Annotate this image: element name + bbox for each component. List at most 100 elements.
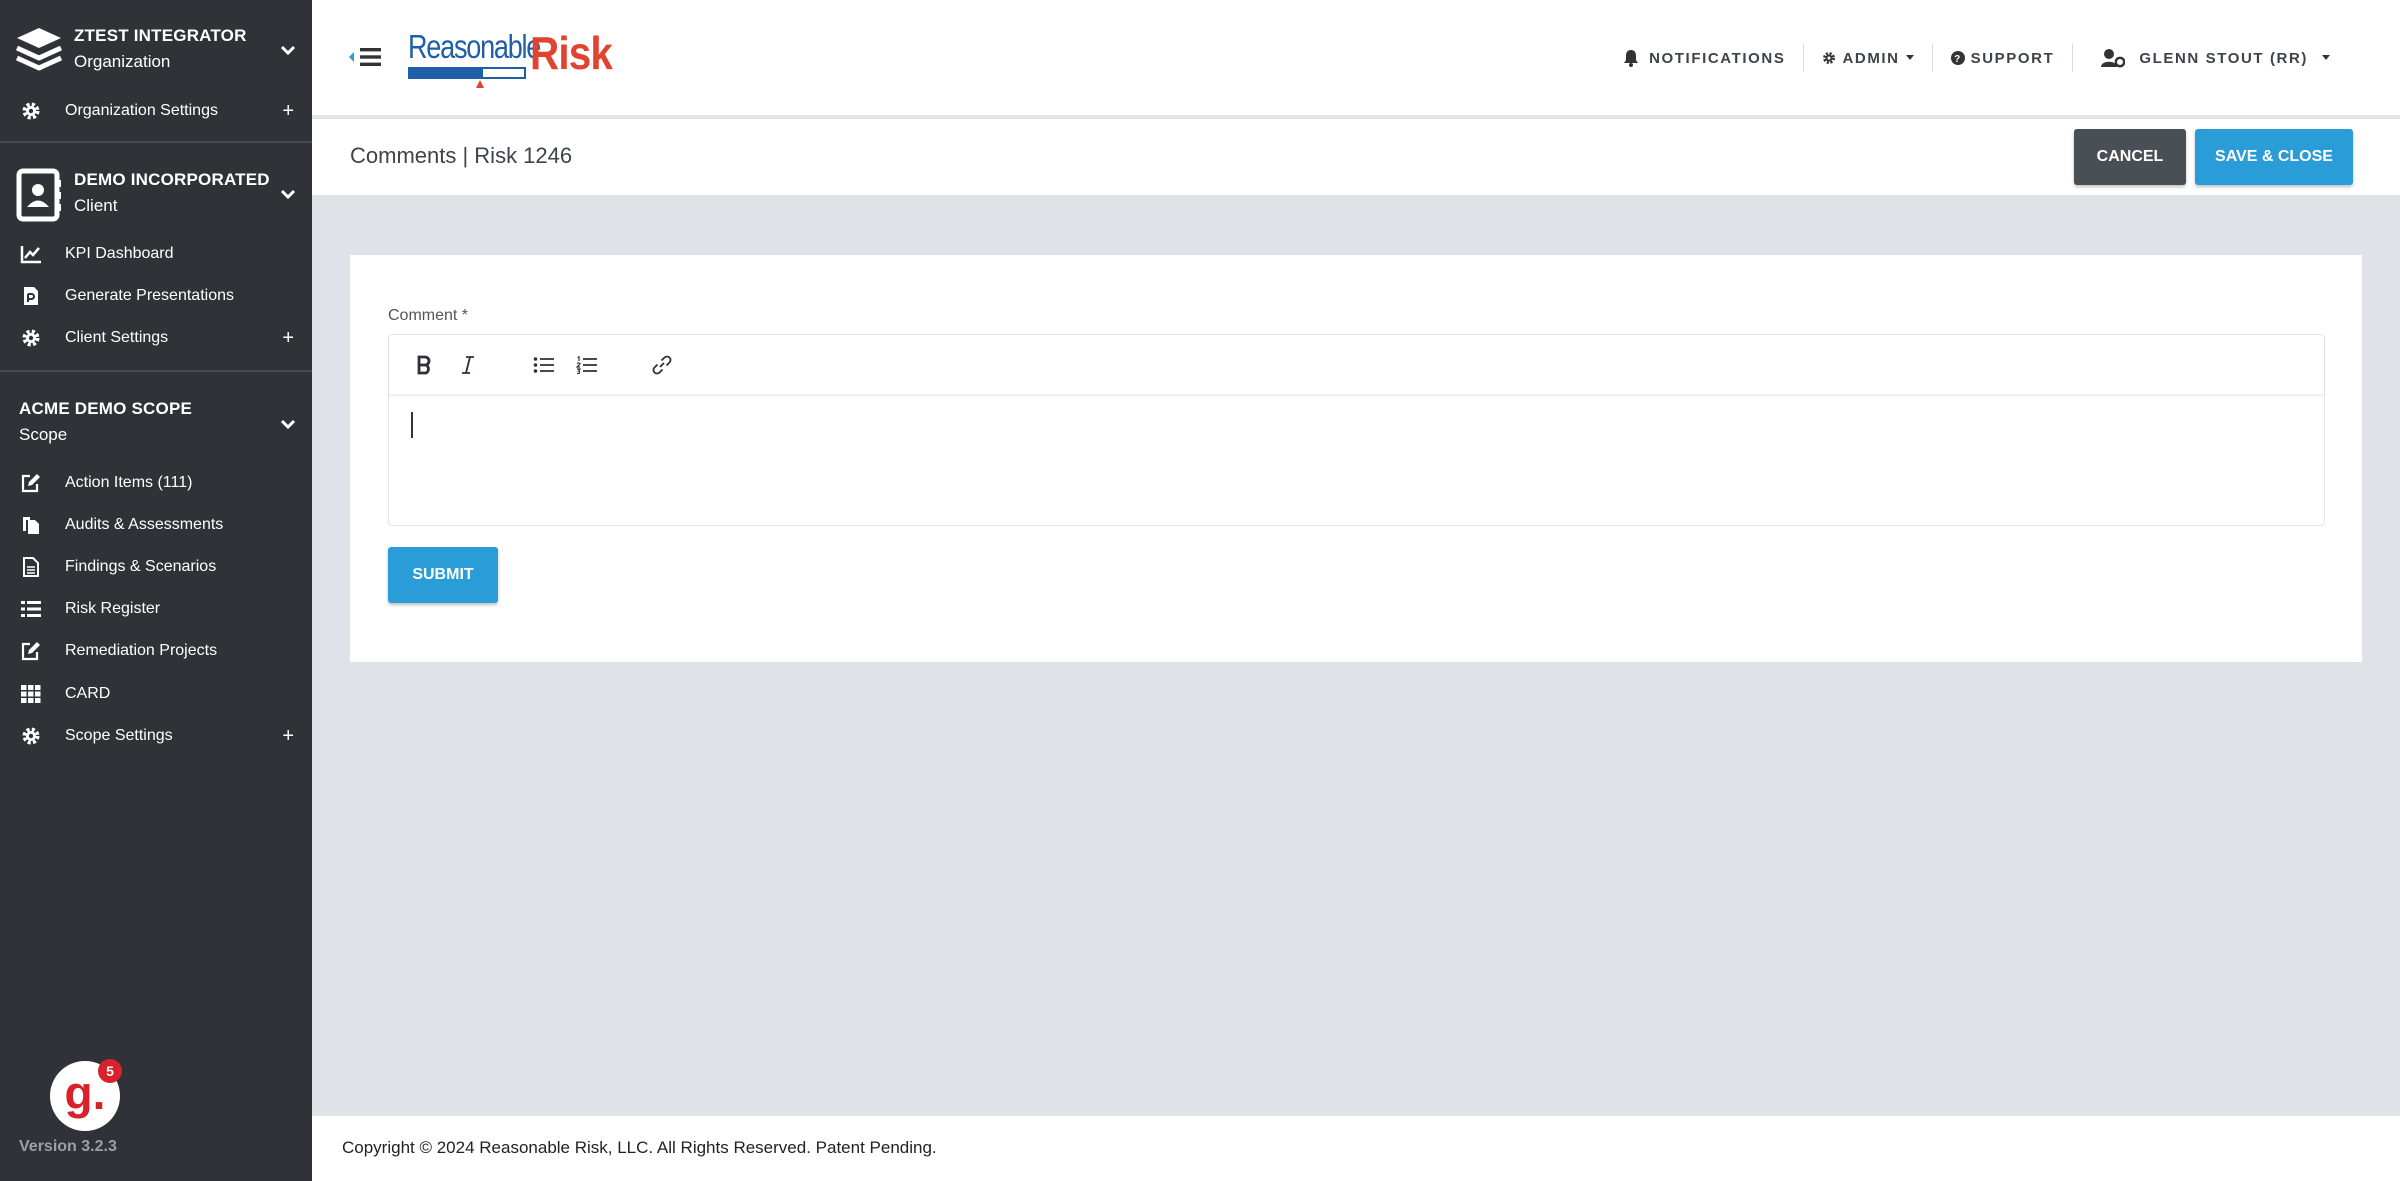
sidebar-item-label: Risk Register — [65, 600, 161, 617]
client-switcher[interactable]: DEMO INCORPORATED Client — [0, 160, 312, 228]
edit-icon — [20, 473, 42, 493]
bold-button[interactable] — [409, 351, 439, 379]
caret-down-icon — [1905, 55, 1914, 60]
numbered-list-icon — [576, 356, 597, 374]
gear-icon — [1823, 52, 1836, 64]
logo-text-risk: Risk — [530, 27, 613, 79]
document-icon — [20, 557, 42, 577]
sidebar-divider — [0, 141, 312, 143]
gear-icon — [20, 328, 42, 348]
comment-text-area[interactable] — [389, 396, 2324, 526]
expand-plus-icon[interactable]: + — [282, 726, 294, 746]
sidebar-item-audits-assessments[interactable]: Audits & Assessments — [0, 504, 312, 546]
chevron-down-icon — [280, 419, 296, 430]
footer: Copyright © 2024 Reasonable Risk, LLC. A… — [312, 1115, 2400, 1181]
sidebar-item-organization-settings[interactable]: Organization Settings + — [0, 90, 312, 132]
layers-icon — [14, 24, 64, 76]
italic-button[interactable] — [453, 351, 483, 379]
sidebar-item-label: Audits & Assessments — [65, 516, 224, 533]
bold-icon — [417, 355, 431, 375]
user-menu[interactable]: GLENN STOUT (RR) — [2073, 44, 2348, 72]
hamburger-icon — [349, 48, 381, 66]
comment-form-card: Comment * SUBMIT — [350, 255, 2362, 662]
sidebar-item-label: Findings & Scenarios — [65, 558, 217, 575]
version-label: Version 3.2.3 — [19, 1138, 117, 1155]
reasonable-risk-logo[interactable]: Reasonable Risk — [408, 26, 618, 90]
copyright-text: Copyright © 2024 Reasonable Risk, LLC. A… — [342, 1138, 937, 1157]
comment-rich-text-editor — [388, 334, 2325, 526]
support-link[interactable]: ? SUPPORT — [1933, 44, 2073, 72]
link-button[interactable] — [647, 351, 677, 379]
scope-type: Scope — [19, 425, 68, 444]
sidebar-toggle-button[interactable] — [348, 44, 384, 70]
bell-icon — [1624, 50, 1639, 67]
logo-text-reasonable: Reasonable — [408, 28, 541, 65]
sidebar-item-label: Generate Presentations — [65, 287, 234, 304]
gear-icon — [20, 726, 42, 746]
org-type: Organization — [74, 52, 171, 71]
support-label: SUPPORT — [1970, 49, 2055, 67]
copy-files-icon — [20, 515, 42, 535]
save-close-button[interactable]: SAVE & CLOSE — [2195, 129, 2353, 185]
link-icon — [652, 355, 672, 375]
italic-icon — [462, 356, 474, 374]
sidebar: ZTEST INTEGRATOR Organization Organizati… — [0, 0, 312, 1181]
sidebar-item-remediation-projects[interactable]: Remediation Projects — [0, 630, 312, 672]
question-circle-icon: ? — [1950, 51, 1965, 65]
sidebar-item-label: Scope Settings — [65, 727, 173, 744]
user-name: GLENN STOUT (RR) — [2139, 49, 2308, 67]
sidebar-item-label: CARD — [65, 685, 111, 702]
top-header: Reasonable Risk NOTIFICATIONS ADMIN ? SU… — [312, 0, 2400, 117]
page-title: Comments | Risk 1246 — [350, 143, 573, 168]
comment-field-label: Comment * — [388, 307, 469, 324]
bullet-list-button[interactable] — [529, 351, 559, 379]
svg-text:?: ? — [1954, 54, 1962, 65]
sidebar-item-label: Action Items (111) — [65, 474, 193, 491]
text-cursor — [411, 412, 413, 438]
contact-card-icon — [16, 168, 62, 222]
edit-icon — [20, 641, 42, 661]
notification-count-badge: 5 — [98, 1059, 122, 1083]
file-presentation-icon — [20, 286, 42, 306]
caret-down-icon — [2322, 55, 2330, 60]
logo-meter-graphic — [408, 67, 526, 88]
sidebar-item-label: Client Settings — [65, 329, 169, 346]
header-links: NOTIFICATIONS ADMIN ? SUPPORT GLENN STOU… — [1605, 44, 2348, 72]
user-gear-icon — [2101, 49, 2126, 68]
expand-plus-icon[interactable]: + — [282, 328, 294, 348]
sidebar-divider — [0, 370, 312, 372]
sidebar-item-client-settings[interactable]: Client Settings + — [0, 317, 312, 359]
scope-name: ACME DEMO SCOPE — [19, 399, 193, 418]
sidebar-item-findings-scenarios[interactable]: Findings & Scenarios — [0, 546, 312, 588]
scope-switcher[interactable]: ACME DEMO SCOPE Scope — [0, 390, 312, 458]
list-icon — [20, 599, 42, 619]
grid-icon — [20, 684, 42, 704]
editor-toolbar — [389, 335, 2324, 395]
submit-button[interactable]: SUBMIT — [388, 547, 498, 603]
org-name: ZTEST INTEGRATOR — [74, 26, 247, 45]
admin-label: ADMIN — [1842, 49, 1900, 67]
sidebar-item-kpi-dashboard[interactable]: KPI Dashboard — [0, 233, 312, 275]
sidebar-item-label: KPI Dashboard — [65, 245, 174, 262]
notifications-label: NOTIFICATIONS — [1649, 49, 1786, 67]
expand-plus-icon[interactable]: + — [282, 101, 294, 121]
sidebar-item-label: Remediation Projects — [65, 642, 218, 659]
sidebar-item-action-items[interactable]: Action Items (111) — [0, 462, 312, 504]
numbered-list-button[interactable] — [572, 351, 602, 379]
sidebar-item-card[interactable]: CARD — [0, 673, 312, 715]
sidebar-item-generate-presentations[interactable]: Generate Presentations — [0, 275, 312, 317]
admin-menu[interactable]: ADMIN — [1804, 44, 1931, 72]
client-name: DEMO INCORPORATED — [74, 170, 270, 189]
org-switcher[interactable]: ZTEST INTEGRATOR Organization — [0, 16, 312, 84]
sidebar-item-risk-register[interactable]: Risk Register — [0, 588, 312, 630]
bullet-list-icon — [533, 357, 554, 373]
page-title-bar: Comments | Risk 1246 CANCEL SAVE & CLOSE — [312, 119, 2400, 195]
sidebar-item-scope-settings[interactable]: Scope Settings + — [0, 715, 312, 757]
chart-line-icon — [20, 244, 42, 264]
notifications-link[interactable]: NOTIFICATIONS — [1605, 44, 1803, 72]
chevron-down-icon — [280, 189, 296, 200]
chevron-down-icon — [280, 45, 296, 56]
sidebar-item-label: Organization Settings — [65, 102, 218, 119]
cancel-button[interactable]: CANCEL — [2074, 129, 2186, 185]
client-type: Client — [74, 196, 118, 215]
